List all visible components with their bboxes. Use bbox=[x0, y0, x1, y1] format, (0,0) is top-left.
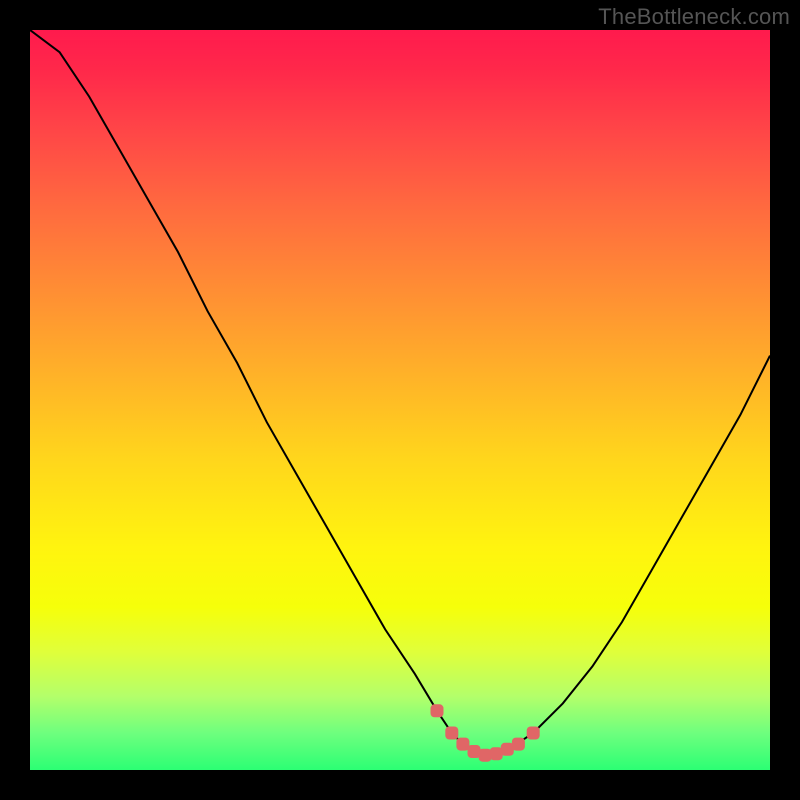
plot-area bbox=[30, 30, 770, 770]
curve-line bbox=[30, 30, 770, 755]
marker-point bbox=[445, 727, 458, 740]
marker-point bbox=[490, 747, 503, 760]
marker-point bbox=[501, 743, 514, 756]
marker-point bbox=[527, 727, 540, 740]
watermark-text: TheBottleneck.com bbox=[598, 4, 790, 30]
highlight-markers bbox=[431, 704, 540, 761]
marker-point bbox=[456, 738, 469, 751]
marker-point bbox=[468, 745, 481, 758]
marker-point bbox=[512, 738, 525, 751]
marker-point bbox=[479, 749, 492, 762]
marker-point bbox=[431, 704, 444, 717]
chart-frame: TheBottleneck.com bbox=[0, 0, 800, 800]
chart-svg bbox=[30, 30, 770, 770]
